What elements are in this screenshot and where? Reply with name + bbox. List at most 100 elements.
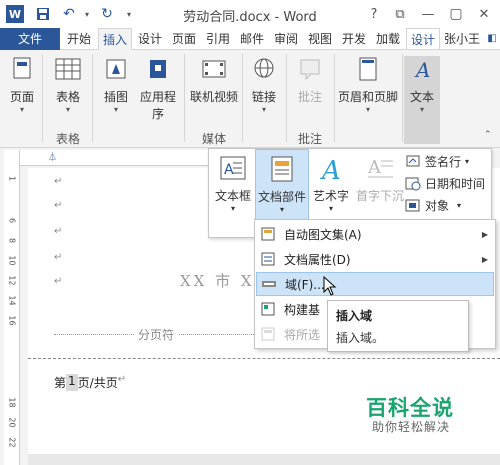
chevron-down-icon: ▾ xyxy=(19,105,24,114)
signature-line-button[interactable]: 签名行 ▾ xyxy=(405,151,491,171)
save-selection-icon xyxy=(261,327,275,341)
paragraph-mark: ↵ xyxy=(54,200,63,211)
paragraph-mark: ↵ xyxy=(54,252,63,263)
film-icon xyxy=(202,60,226,78)
page-label: 页面 xyxy=(9,90,34,104)
textbox-icon: A xyxy=(220,156,246,180)
comment-button[interactable]: 批注 xyxy=(290,56,330,105)
tab-developer[interactable]: 开发 xyxy=(338,28,370,50)
ruler-number: 16 xyxy=(7,315,17,326)
tab-home[interactable]: 开始 xyxy=(62,28,96,50)
ruler-number: 8 xyxy=(7,237,17,244)
paragraph-mark: ↵ xyxy=(54,226,63,237)
tab-references[interactable]: 引用 xyxy=(202,28,234,50)
textbox-button[interactable]: A 文本框 ▾ xyxy=(211,153,255,213)
tab-mailings[interactable]: 邮件 xyxy=(236,28,268,50)
tab-view[interactable]: 视图 xyxy=(304,28,336,50)
page-gap xyxy=(28,358,500,359)
user-name[interactable]: 张小王 xyxy=(444,28,484,50)
close-button[interactable]: ✕ xyxy=(474,4,494,24)
tab-design-header[interactable]: 设计 xyxy=(406,28,440,50)
ruler-number: 12 xyxy=(7,275,17,286)
tab-insert[interactable]: 插入 xyxy=(98,28,132,51)
group-divider xyxy=(92,54,93,142)
quick-parts-icon xyxy=(271,156,293,182)
chevron-down-icon: ▾ xyxy=(279,205,284,214)
tab-addins[interactable]: 加载 xyxy=(372,28,404,50)
autotext-icon xyxy=(261,227,275,241)
ruler-number: 1 xyxy=(7,175,17,182)
group-media-label: 媒体 xyxy=(201,132,226,146)
footer-prefix: 第 xyxy=(54,376,67,390)
illustration-button[interactable]: 插图 ▾ xyxy=(98,56,134,114)
menu-item-document-property[interactable]: 文档属性(D) ▶ xyxy=(256,247,494,271)
menu-item-label: 自动图文集(A) xyxy=(284,227,362,242)
minimize-button[interactable]: — xyxy=(418,4,438,24)
tab-design[interactable]: 设计 xyxy=(134,28,166,50)
footer-page-number[interactable]: 第 1 页/共页 ↵ xyxy=(54,374,126,391)
text-label: 文本 xyxy=(409,90,434,104)
tooltip-title: 插入域 xyxy=(336,309,373,323)
svg-text:A: A xyxy=(320,156,341,183)
group-table-label: 表格 xyxy=(55,132,80,146)
shapes-icon xyxy=(106,59,126,79)
status-strip xyxy=(28,454,500,465)
header-footer-button[interactable]: 页眉和页脚 ▾ xyxy=(336,56,400,114)
table-label: 表格 xyxy=(55,90,80,104)
collapse-ribbon-icon[interactable]: ⌃ xyxy=(484,130,492,140)
document-heading: XX 市 X xyxy=(180,272,255,290)
help-button[interactable]: ? xyxy=(364,4,384,24)
object-icon xyxy=(405,199,420,212)
page-icon xyxy=(13,57,31,79)
ribbon-display-button[interactable]: ⧉ xyxy=(390,4,410,24)
store-icon xyxy=(150,60,166,78)
date-time-button[interactable]: 日期和时间 xyxy=(405,173,491,193)
menu-item-field[interactable]: 域(F)... xyxy=(256,272,494,296)
apps-label-2: 序 xyxy=(151,107,164,121)
page-button[interactable]: 页面 ▾ xyxy=(6,56,38,114)
ruler-number: 10 xyxy=(7,255,17,266)
drop-cap-label: 首字下沉 xyxy=(355,189,404,203)
menu-item-autotext[interactable]: 自动图文集(A) ▶ xyxy=(256,222,494,246)
signature-label: 签名行 xyxy=(425,154,462,169)
text-button[interactable]: A 文本 ▾ xyxy=(404,56,440,144)
chevron-down-icon: ▾ xyxy=(113,105,118,114)
chevron-down-icon: ▾ xyxy=(465,156,470,166)
apps-button[interactable]: 应用程 序 xyxy=(136,56,180,122)
user-menu-icon[interactable]: ◧ xyxy=(484,28,500,50)
ruler-number: 14 xyxy=(7,295,17,306)
restore-button[interactable]: ▢ xyxy=(446,4,466,24)
title-bar: W ↶ ▾ ↻ ▾ 劳动合同.docx - Word ? ⧉ — ▢ ✕ xyxy=(0,0,500,28)
quick-parts-button[interactable]: 文档部件 ▾ xyxy=(255,149,309,221)
tab-review[interactable]: 审阅 xyxy=(270,28,302,50)
calendar-clock-icon xyxy=(405,177,421,191)
page-number-field[interactable]: 1 xyxy=(66,374,78,391)
chevron-right-icon: ▶ xyxy=(481,229,488,239)
table-button[interactable]: 表格 ▾ xyxy=(50,56,86,114)
tooltip: 插入域 插入域。 xyxy=(327,300,469,352)
date-time-label: 日期和时间 xyxy=(425,176,486,191)
drop-cap-button[interactable]: A 首字下沉 xyxy=(353,153,407,204)
tab-page[interactable]: 页面 xyxy=(168,28,200,50)
ruler-number: 20 xyxy=(7,417,17,428)
svg-text:A: A xyxy=(367,157,382,178)
link-button[interactable]: 链接 ▾ xyxy=(246,56,282,114)
group-divider xyxy=(334,54,335,142)
tab-file[interactable]: 文件 xyxy=(0,28,60,50)
drop-cap-icon: A xyxy=(367,157,393,178)
online-video-button[interactable]: 联机视频 xyxy=(188,56,240,105)
footer-suffix: 页/共页 xyxy=(77,376,118,390)
ribbon-insert: 页面 ▾ 表格 ▾ 表格 插图 ▾ 应用程 序 联机视频 媒体 链接 ▾ 批注 … xyxy=(0,50,500,148)
wordart-button[interactable]: A 艺术字 ▾ xyxy=(309,153,353,213)
textbox-label: 文本框 xyxy=(214,189,251,203)
signature-icon xyxy=(406,155,420,167)
object-button[interactable]: 对象 ▾ xyxy=(405,195,491,215)
comment-label: 批注 xyxy=(297,90,322,104)
paragraph-mark: ↵ xyxy=(54,176,63,187)
header-footer-icon xyxy=(359,57,377,81)
indent-marker-icon[interactable]: ⏃ xyxy=(48,150,57,163)
watermark-subtitle: 助你轻松解决 xyxy=(372,420,451,434)
group-divider xyxy=(402,54,403,142)
menu-item-label: 构建基 xyxy=(284,302,321,317)
chevron-right-icon: ▶ xyxy=(481,254,488,264)
